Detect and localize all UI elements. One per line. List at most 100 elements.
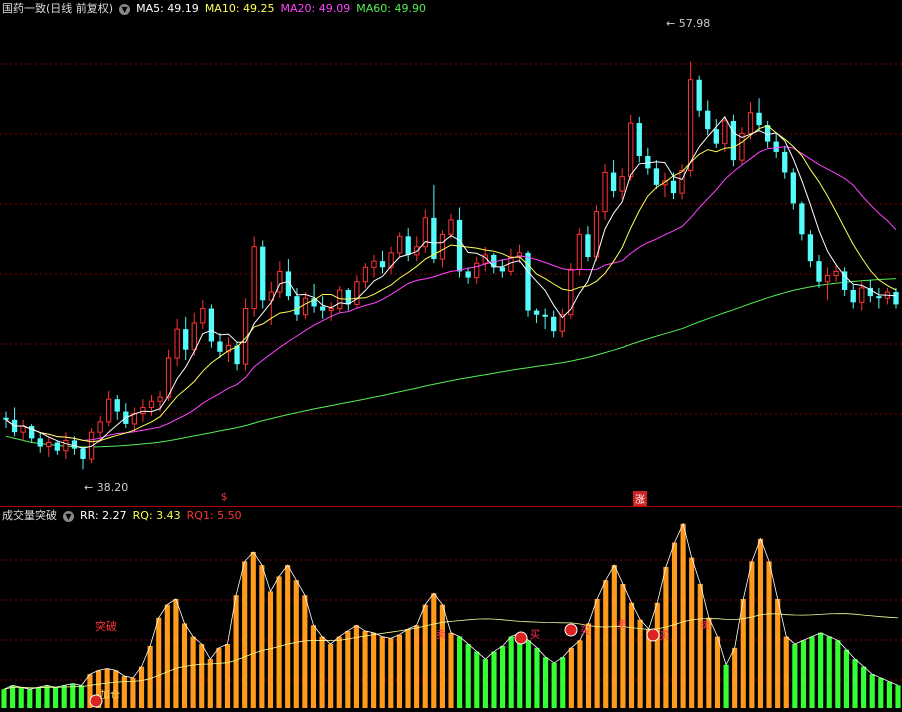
volume-bar [680,523,686,708]
candle-body [54,442,60,451]
candle-body [448,219,454,235]
volume-bar [852,659,858,708]
candle-body [525,252,531,311]
sell-label: 卖 [436,630,446,641]
candle-body [807,234,814,262]
chevron-down-icon[interactable]: ▼ [119,3,131,15]
volume-bar [242,561,248,708]
candle-body [790,172,796,204]
candle-body [705,110,711,130]
volume-bar [611,565,617,708]
volume-bar [336,636,342,708]
volume-bar [35,687,41,708]
volume-bar [18,687,24,708]
volume-bar [482,659,488,708]
high-price-value: 57.98 [678,17,711,30]
volume-bar [654,602,660,708]
volume-bar [491,651,497,708]
jiacang-label: 加仓 [100,690,120,701]
candle-body [328,308,334,312]
ma10-value: MA10: 49.25 [204,2,275,15]
volume-bar [457,636,463,708]
candle-body [619,176,625,192]
volume-bar [551,662,557,708]
candle-body [876,296,882,299]
candle-body [97,421,103,433]
candle-body [645,156,651,169]
zhang-marker: 涨 [633,491,647,506]
volume-bar [250,551,256,708]
candle-body [165,357,172,398]
candle-body [431,217,437,260]
candle-body [371,260,377,268]
volume-bar [319,636,325,708]
candle-body [302,297,309,316]
ma5-line [5,116,897,449]
candle-body [345,289,351,305]
volume-bar [861,666,867,708]
candle-body [106,398,112,423]
candle-body [234,345,240,365]
sub-panel-header: 成交量突破 ▼ RR: 2.27 RQ: 3.43 RQ1: 5.50 [2,508,248,524]
low-price-label: ← 38.20 [84,481,129,494]
candle-body [696,79,702,111]
candle-body [148,400,155,408]
volume-bar [362,630,368,708]
ma20-value: MA20: 49.09 [280,2,351,15]
volume-bar [121,676,127,708]
volume-bar [1,689,7,708]
candle-body [542,314,548,317]
volume-bar [542,657,549,708]
candle-body [174,328,180,359]
candle-body [747,112,754,134]
volume-bar [207,659,213,708]
candle-body [260,246,266,301]
volume-bar [345,630,351,708]
high-price-label: ← 57.98 [666,17,711,30]
volume-bar [732,647,738,708]
candle-body [628,122,634,178]
volume-bar [285,565,291,708]
volume-bar [620,583,626,708]
volume-bar [594,598,600,708]
volume-bar [775,598,781,708]
candle-body [208,308,215,342]
volume-bar [448,632,454,708]
candle-body [63,439,69,452]
volume-bar [603,580,609,708]
volume-bar [199,644,205,708]
candle-body [499,267,505,272]
volume-bar [216,647,222,708]
stock-chart-canvas[interactable] [0,0,902,712]
signal-icon [514,631,528,645]
candle-body [636,123,642,157]
ma60-value: MA60: 49.90 [356,2,426,15]
chevron-down-icon[interactable]: ▼ [63,510,74,522]
candle-body [508,256,514,272]
candle-body [593,211,600,258]
candle-body [568,268,574,316]
volume-bar [422,604,428,708]
volume-bar [534,647,540,708]
ma60-line-group [5,278,897,448]
volume-bar [388,638,394,708]
volume-bar [800,640,807,708]
volume-bar [439,604,445,708]
volume-bar [757,538,764,708]
volume-bar [396,634,403,708]
volume-bar [792,644,798,708]
volume-bar [628,602,635,708]
sub-panel-title: 成交量突破 [2,509,57,522]
rr-value: RR: 2.27 [80,509,127,522]
candle-body [893,292,899,305]
volume-bar [783,636,789,708]
volume-bar [310,625,317,708]
candle-body [602,172,608,213]
volume-bar [379,636,385,708]
candle-body [46,441,52,448]
volume-bar [233,595,239,708]
volume-bar [560,657,566,708]
buy-label: 买 [530,630,540,641]
volume-bar [190,636,196,708]
candle-body [183,329,189,350]
